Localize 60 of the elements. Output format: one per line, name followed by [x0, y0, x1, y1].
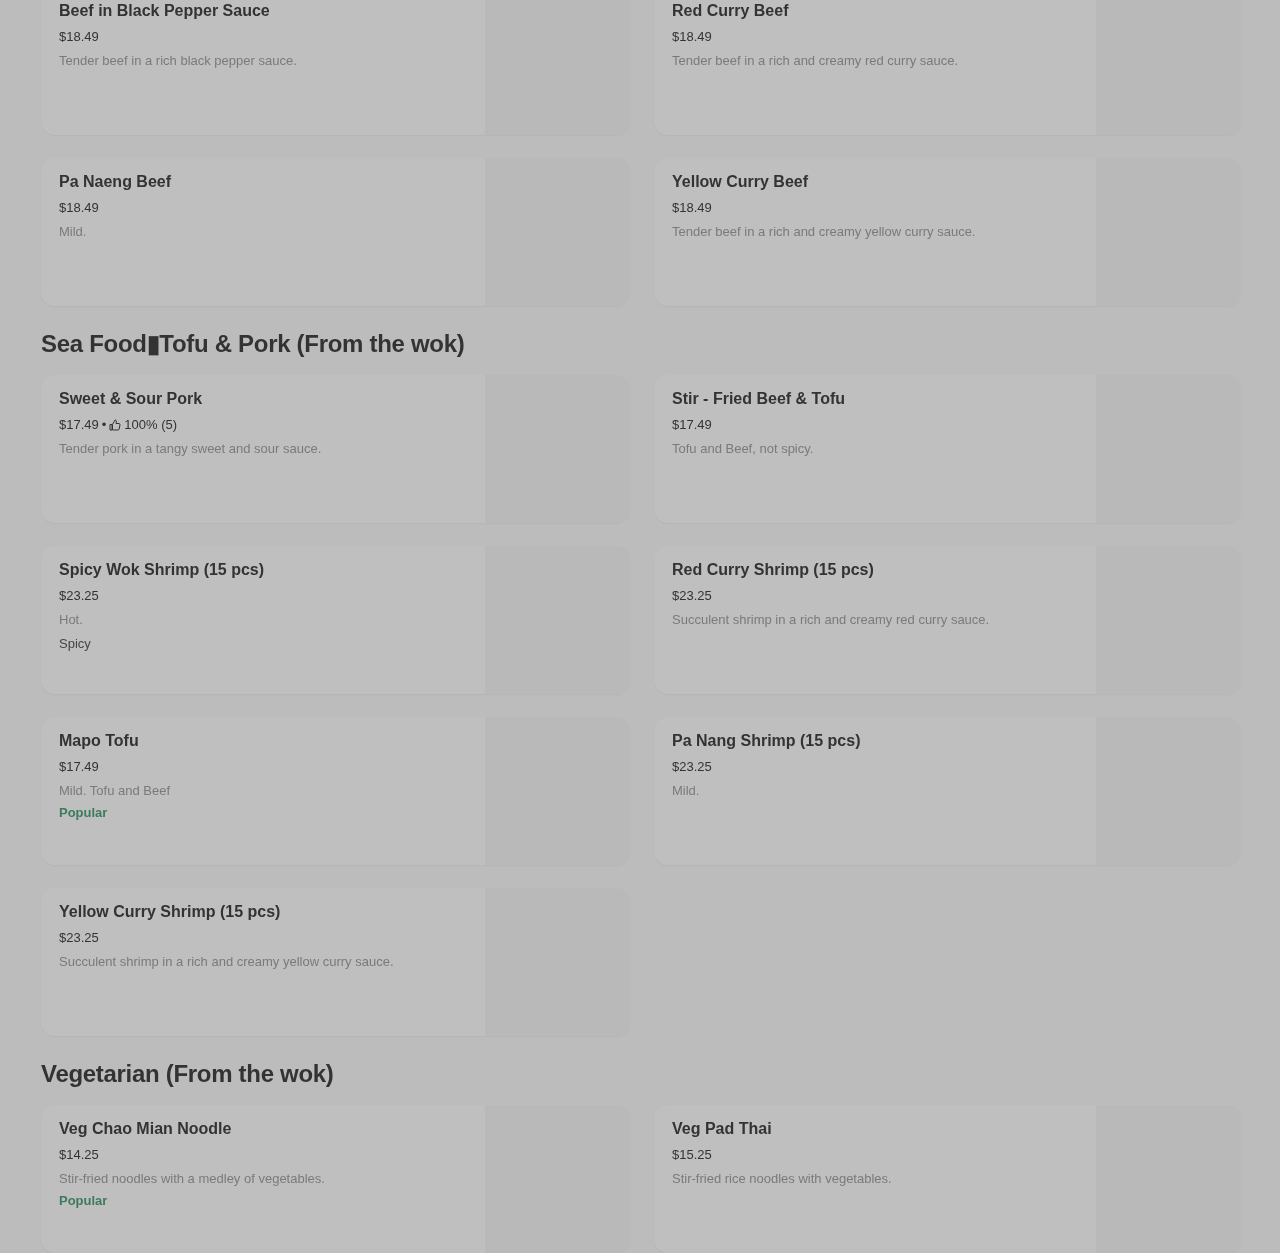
menu-item-card[interactable]: Yellow Curry Beef $18.49 Tender beef in a rich and creamy yellow curry sauce. [654, 158, 1241, 306]
item-description: Tender beef in a rich and creamy yellow curry sauce. [672, 223, 976, 240]
menu-item-card[interactable]: Stir - Fried Beef & Tofu $17.49 Tofu and Beef, not spicy. [654, 375, 1241, 523]
thumbs-up-icon [109, 418, 122, 431]
item-price: $17.49 [672, 416, 712, 433]
item-name: Red Curry Beef [672, 1, 789, 21]
menu-item-card[interactable]: Red Curry Beef $18.49 Tender beef in a rich and creamy red curry sauce. [654, 0, 1241, 135]
menu-item-card[interactable]: Pa Nang Shrimp (15 pcs) $23.25 Mild. [654, 717, 1241, 865]
item-description: Tofu and Beef, not spicy. [672, 440, 814, 457]
item-name: Pa Nang Shrimp (15 pcs) [672, 731, 861, 751]
item-description: Mild. Tofu and Beef [59, 782, 171, 799]
item-price: $23.25 [59, 929, 99, 946]
item-name: Stir - Fried Beef & Tofu [672, 389, 846, 409]
spice-label: Spicy [59, 635, 91, 652]
item-price: $23.25 [672, 587, 712, 604]
popular-label: Popular [59, 1192, 108, 1209]
item-price: $18.49 [672, 28, 712, 45]
menu-item-card[interactable]: Mapo Tofu $17.49 Mild. Tofu and Beef Popular [41, 717, 630, 865]
item-name: Beef in Black Pepper Sauce [59, 1, 270, 21]
item-price: $18.49 [59, 28, 99, 45]
separator: • [101, 416, 107, 433]
popular-label: Popular [59, 804, 108, 821]
item-description: Tender beef in a rich black pepper sauce. [59, 52, 297, 69]
item-price: $17.49 [59, 416, 99, 433]
item-price: $23.25 [59, 587, 99, 604]
item-name: Sweet & Sour Pork [59, 389, 203, 409]
item-description: Succulent shrimp in a rich and creamy red curry sauce. [672, 611, 990, 628]
item-price: $18.49 [59, 199, 99, 216]
rating-text: 100% (5) [124, 416, 178, 433]
item-name: Pa Naeng Beef [59, 172, 172, 192]
item-name: Yellow Curry Beef [672, 172, 809, 192]
item-price: $17.49 [59, 758, 99, 775]
item-description: Stir-fried rice noodles with vegetables. [672, 1170, 892, 1187]
menu-item-card[interactable]: Veg Chao Mian Noodle $14.25 Stir-fried noodles with a medley of vegetables. Popular [41, 1105, 630, 1253]
section-heading: Vegetarian (From the wok) [41, 1059, 335, 1089]
item-price: $14.25 [59, 1146, 99, 1163]
menu-item-card[interactable]: Sweet & Sour Pork $17.49 • 100% (5) Tender pork in a tangy sweet and sour sauce. [41, 375, 630, 523]
item-name: Mapo Tofu [59, 731, 139, 751]
item-description: Hot. [59, 611, 83, 628]
menu-item-card[interactable]: Spicy Wok Shrimp (15 pcs) $23.25 Hot. Spicy [41, 546, 630, 694]
item-description: Succulent shrimp in a rich and creamy yellow curry sauce. [59, 953, 394, 970]
menu-item-card[interactable]: Yellow Curry Shrimp (15 pcs) $23.25 Succulent shrimp in a rich and creamy yellow curry sauce. [41, 888, 630, 1036]
item-description: Tender beef in a rich and creamy red curry sauce. [672, 52, 959, 69]
item-price: $15.25 [672, 1146, 712, 1163]
item-description: Mild. [59, 223, 87, 240]
item-description: Mild. [672, 782, 700, 799]
item-price: $18.49 [672, 199, 712, 216]
item-price: $23.25 [672, 758, 712, 775]
item-description: Tender pork in a tangy sweet and sour sauce. [59, 440, 322, 457]
item-name: Spicy Wok Shrimp (15 pcs) [59, 560, 265, 580]
menu-item-card[interactable]: Red Curry Shrimp (15 pcs) $23.25 Succulent shrimp in a rich and creamy red curry sauce. [654, 546, 1241, 694]
item-name: Veg Chao Mian Noodle [59, 1119, 232, 1139]
item-name: Red Curry Shrimp (15 pcs) [672, 560, 874, 580]
menu-item-card[interactable]: Veg Pad Thai $15.25 Stir-fried rice noodles with vegetables. [654, 1105, 1241, 1253]
item-description: Stir-fried noodles with a medley of vegetables. [59, 1170, 325, 1187]
item-name: Veg Pad Thai [672, 1119, 772, 1139]
section-heading: Sea Food▮Tofu & Pork (From the wok) [41, 329, 466, 359]
menu-item-card[interactable]: Pa Naeng Beef $18.49 Mild. [41, 158, 630, 306]
item-name: Yellow Curry Shrimp (15 pcs) [59, 902, 281, 922]
menu-item-card[interactable]: Beef in Black Pepper Sauce $18.49 Tender beef in a rich black pepper sauce. [41, 0, 630, 135]
